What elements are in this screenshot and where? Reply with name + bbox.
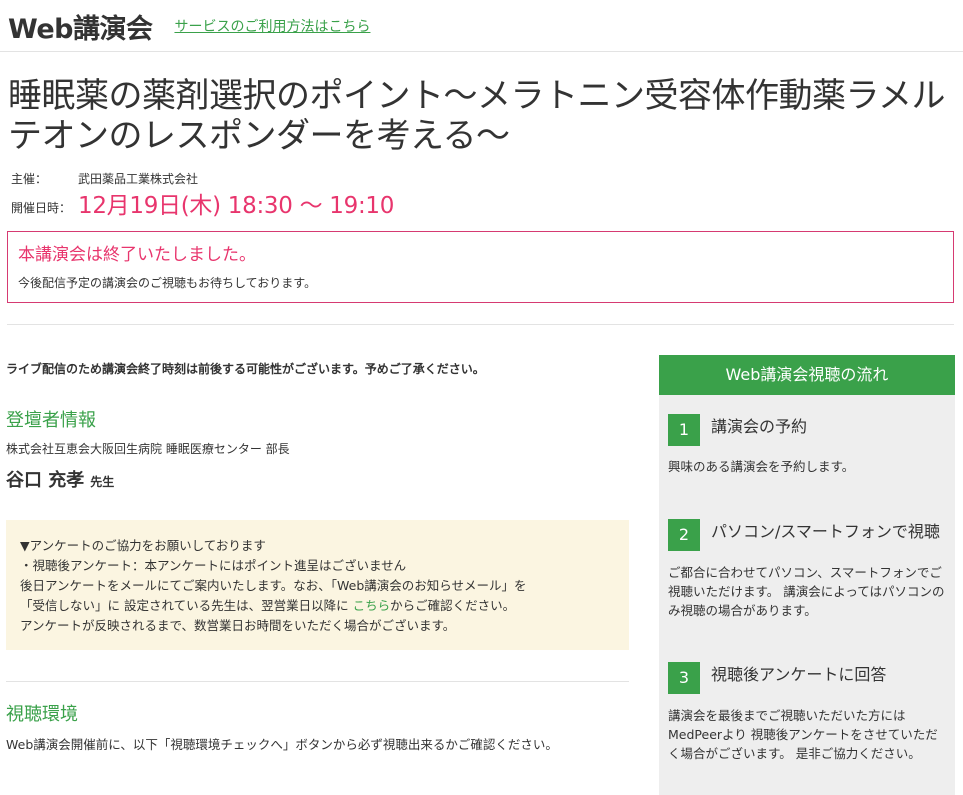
survey-notice: ▼アンケートのご協力をお願いしております ・視聴後アンケート：本アンケートにはポ… bbox=[6, 520, 629, 650]
step-desc-2: ご都合に合わせてパソコン、スマートフォンでご視聴いただけます。 講演会によっては… bbox=[668, 565, 945, 618]
ended-title: 本講演会は終了いたしました。 bbox=[18, 245, 256, 265]
section-divider bbox=[7, 324, 954, 325]
survey-here-link[interactable]: こちら bbox=[353, 598, 391, 613]
step-desc-3: 講演会を最後までご視聴いただいた方にはMedPeerより 視聴後アンケートをさせ… bbox=[668, 708, 938, 761]
speaker-honorific: 先生 bbox=[90, 475, 115, 489]
step-number-3: 3 bbox=[668, 662, 700, 694]
event-date: 12月19日(木) 18:30 ～ 19:10 bbox=[78, 193, 395, 219]
speaker-name: 谷口 充孝 先生 bbox=[6, 466, 114, 492]
event-ended-notice: 本講演会は終了いたしました。 今後配信予定の講演会のご視聴もお待ちしております。 bbox=[7, 231, 954, 303]
viewing-flow-sidebar: Web講演会視聴の流れ 1 講演会の予約 興味のある講演会を予約します。 2 パ… bbox=[659, 355, 955, 795]
step-desc-1: 興味のある講演会を予約します。 bbox=[668, 459, 855, 474]
speaker-name-text: 谷口 充孝 bbox=[6, 470, 85, 491]
organizer-value: 武田薬品工業株式会社 bbox=[78, 172, 199, 186]
survey-line-2: ・視聴後アンケート：本アンケートにはポイント進呈はございません bbox=[20, 558, 407, 573]
sidebar-title: Web講演会視聴の流れ bbox=[659, 355, 955, 395]
environment-section-title: 視聴環境 bbox=[6, 704, 78, 725]
date-label: 開催日時： bbox=[11, 201, 72, 215]
environment-text: Web講演会開催前に、以下「視聴環境チェックへ」ボタンから必ず視聴出来るかご確認… bbox=[6, 737, 558, 752]
brand-logo[interactable]: Web講演会 bbox=[8, 7, 153, 46]
step-title-3: 視聴後アンケートに回答 bbox=[711, 665, 887, 684]
speaker-affiliation: 株式会社互恵会大阪回生病院 睡眠医療センター 部長 bbox=[6, 442, 290, 456]
service-help-link[interactable]: サービスのご利用方法はこちら bbox=[174, 16, 370, 36]
survey-line-4: 「受信しない」に 設定されている先生は、翌営業日以降に こちらからご確認ください… bbox=[20, 596, 615, 616]
survey-line-3: 後日アンケートをメールにてご案内いたします。なお、「Web講演会のお知らせメール… bbox=[20, 578, 527, 593]
page-title: 睡眠薬の薬剤選択のポイント～メラトニン受容体作動薬ラメルテオンのレスポンダーを考… bbox=[8, 76, 945, 156]
header-divider bbox=[0, 51, 963, 52]
speaker-section-title: 登壇者情報 bbox=[6, 410, 96, 431]
survey-line-4-post: からご確認ください。 bbox=[390, 598, 516, 613]
step-number-2: 2 bbox=[668, 519, 700, 551]
organizer-label: 主催： bbox=[11, 172, 48, 186]
ended-text: 今後配信予定の講演会のご視聴もお待ちしております。 bbox=[18, 276, 317, 290]
step-title-2: パソコン/スマートフォンで視聴 bbox=[711, 522, 940, 541]
step-title-1: 講演会の予約 bbox=[711, 417, 808, 436]
environment-divider bbox=[6, 681, 629, 682]
survey-line-5: アンケートが反映されるまで、数営業日お時間をいただく場合がございます。 bbox=[20, 618, 456, 633]
survey-line-1: ▼アンケートのご協力をお願いしております bbox=[20, 538, 266, 553]
survey-line-4-pre: 「受信しない」に 設定されている先生は、翌営業日以降に bbox=[20, 598, 353, 613]
live-stream-note: ライブ配信のため講演会終了時刻は前後する可能性がございます。予めご了承ください。 bbox=[6, 362, 485, 376]
header: Web講演会 サービスのご利用方法はこちら bbox=[8, 6, 370, 46]
step-number-1: 1 bbox=[668, 414, 700, 446]
